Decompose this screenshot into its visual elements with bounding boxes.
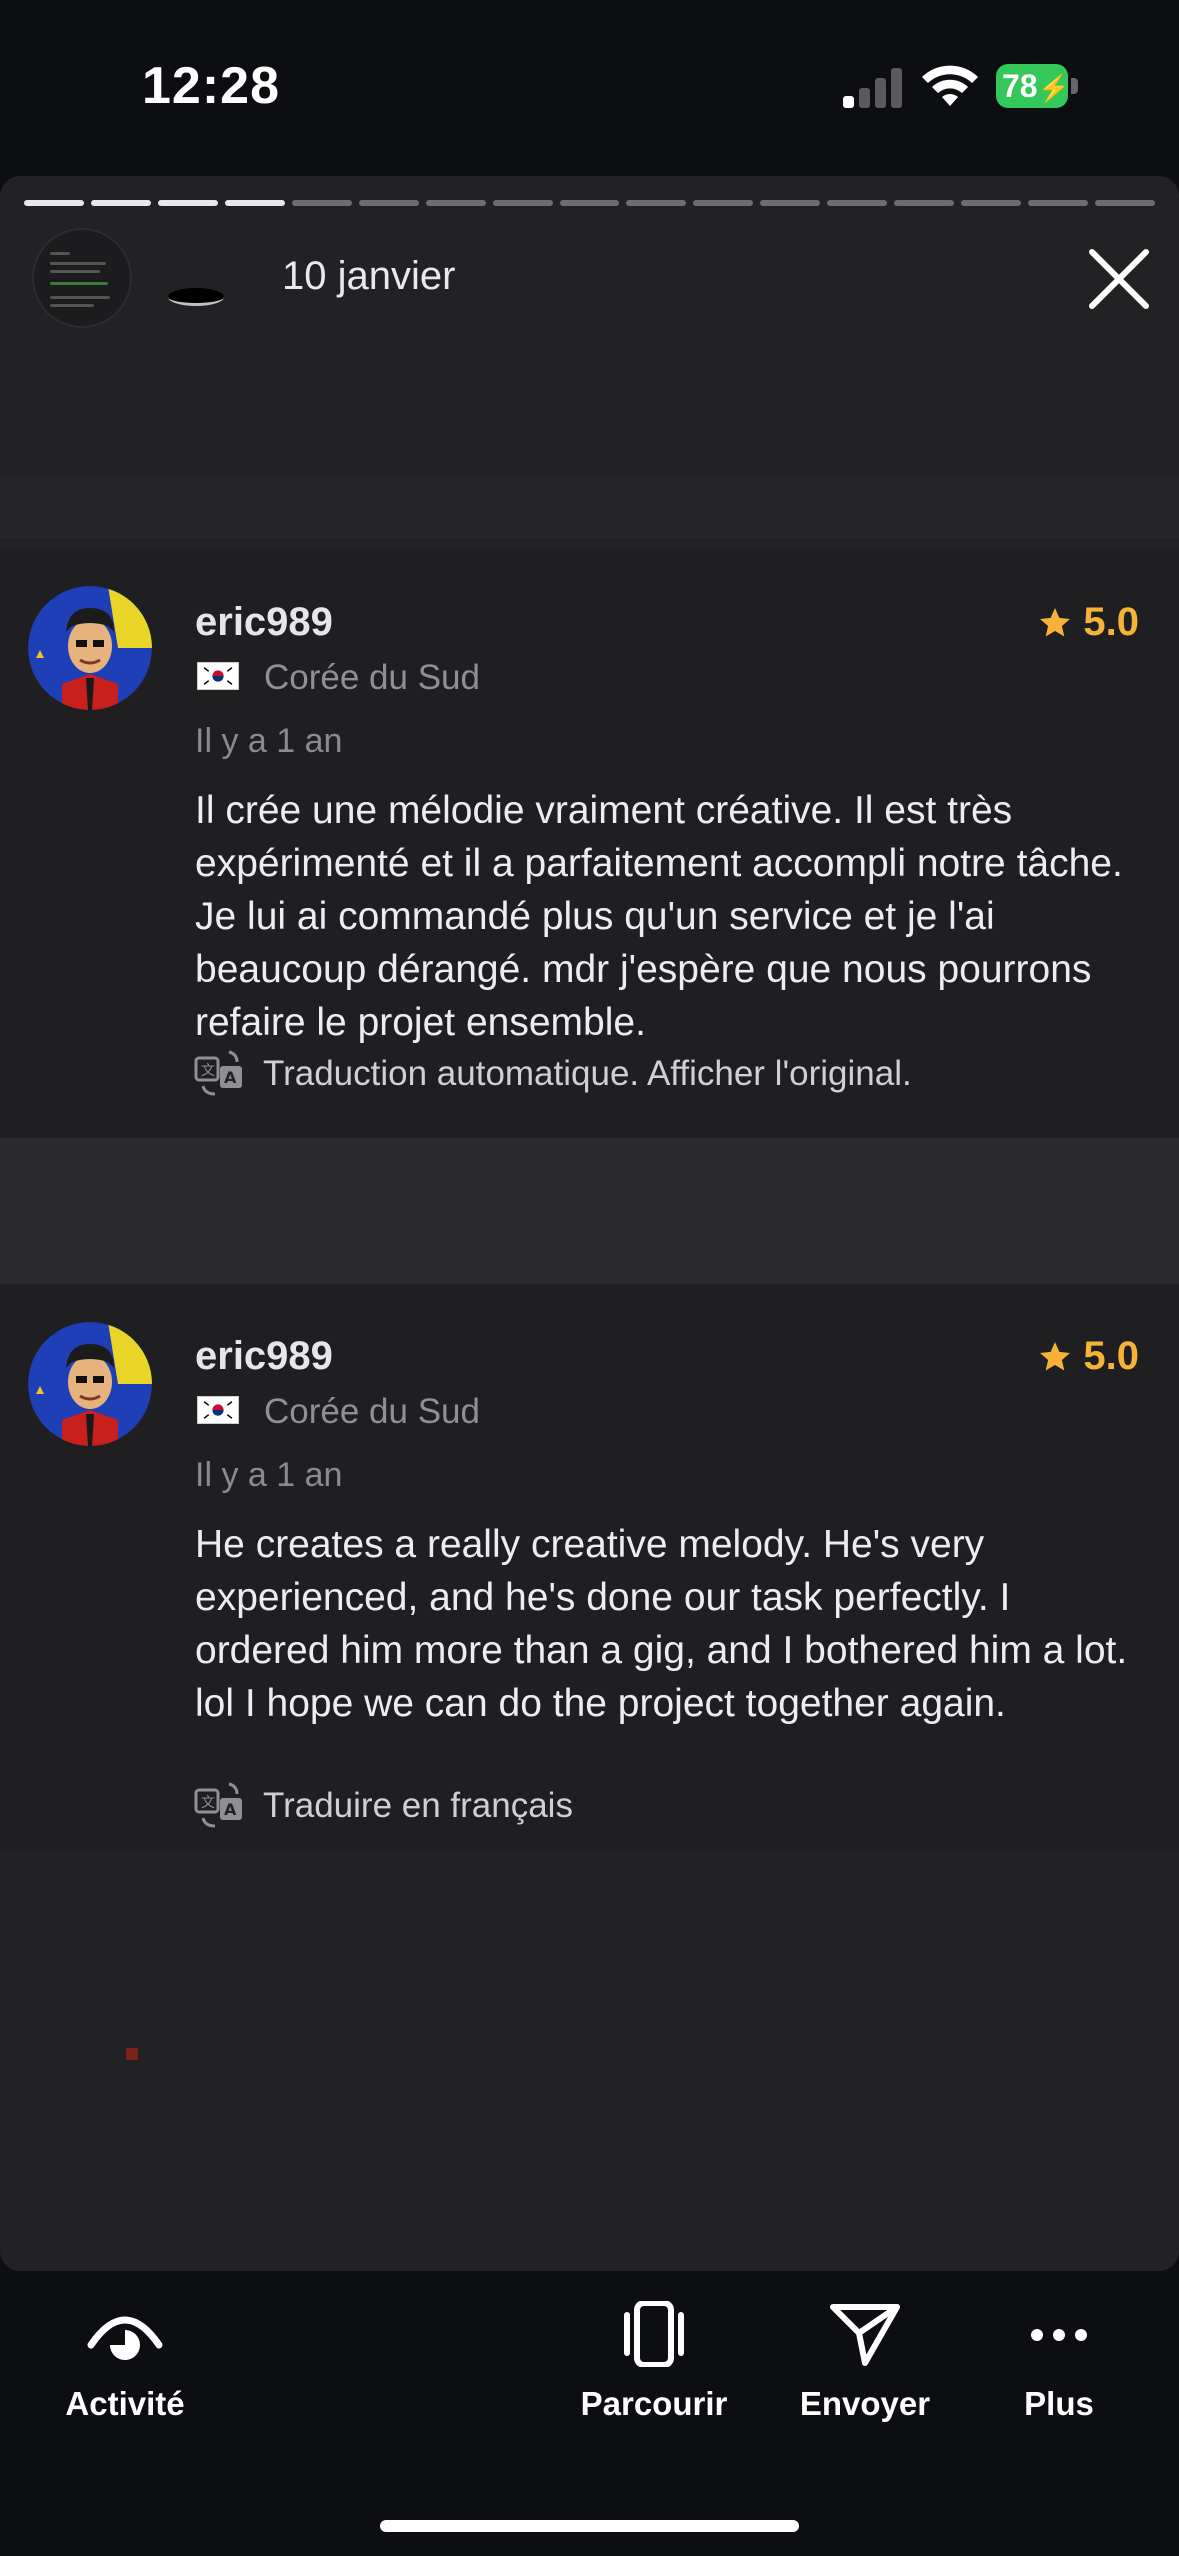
battery-icon: 78⚡ <box>996 64 1080 108</box>
story-sticker <box>168 288 224 306</box>
separator-band <box>0 476 1179 538</box>
activity-label: Activité <box>65 2385 185 2422</box>
send-label: Envoyer <box>799 2385 931 2422</box>
flag-icon <box>197 1396 239 1424</box>
svg-text:文: 文 <box>201 1063 215 1079</box>
svg-text:A: A <box>224 1068 237 1087</box>
battery-level: 78 <box>1002 68 1038 104</box>
status-bar: 12:28 78⚡ <box>0 0 1179 175</box>
send-button[interactable]: Envoyer <box>780 2301 950 2423</box>
close-icon[interactable] <box>1086 246 1152 312</box>
more-label: Plus <box>1024 2385 1094 2422</box>
wifi-icon <box>922 65 978 106</box>
story-panel[interactable]: 10 janvier eric989 5.0 Corée du Sud Il y… <box>0 176 1179 2271</box>
send-paper-plane-icon <box>830 2304 900 2366</box>
review-text: He creates a really creative melody. He'… <box>195 1523 1128 1725</box>
translation-toggle[interactable]: 文 A Traduction automatique. Afficher l'o… <box>193 1046 1153 1102</box>
home-indicator[interactable] <box>380 2520 799 2532</box>
reviewer-country: Corée du Sud <box>264 658 480 697</box>
avatar[interactable] <box>28 586 152 710</box>
review-time: Il y a 1 an <box>195 722 343 760</box>
more-button[interactable]: Plus <box>1000 2301 1118 2423</box>
activity-button[interactable]: Activité <box>40 2301 210 2423</box>
status-time: 12:28 <box>142 57 280 115</box>
svg-text:A: A <box>224 1800 237 1819</box>
star-icon <box>1040 607 1071 636</box>
translate-icon: 文 A <box>194 1050 242 1096</box>
more-dots-icon <box>1031 2329 1087 2341</box>
activity-eye-icon <box>87 2316 163 2360</box>
review-card: eric989 5.0 Corée du Sud Il y a 1 an Il … <box>0 550 1179 1138</box>
flag-icon <box>197 662 239 690</box>
avatar[interactable] <box>28 1322 152 1446</box>
separator-band <box>0 1138 1179 1284</box>
translation-label: Traduction automatique. Afficher l'origi… <box>263 1054 912 1093</box>
story-date: 10 janvier <box>282 254 456 298</box>
rating-value: 5.0 <box>1083 1334 1139 1378</box>
decorative-dot <box>126 2048 138 2060</box>
translation-toggle[interactable]: 文 A Traduire en français <box>193 1778 1153 1834</box>
rating-value: 5.0 <box>1083 600 1139 644</box>
browse-button[interactable]: Parcourir <box>566 2301 742 2423</box>
review-rating: 5.0 <box>1037 1334 1139 1379</box>
svg-text:文: 文 <box>201 1795 215 1811</box>
browse-cards-icon <box>624 2301 684 2367</box>
browse-label: Parcourir <box>580 2385 728 2422</box>
cellular-signal-icon <box>843 66 903 108</box>
story-progress <box>24 200 1155 206</box>
review-rating: 5.0 <box>1037 600 1139 645</box>
bottom-toolbar: Activité Parcourir Envoyer Plus <box>0 2271 1179 2556</box>
review-card: eric989 5.0 Corée du Sud Il y a 1 an He … <box>0 1284 1179 1850</box>
reviewer-username[interactable]: eric989 <box>195 600 333 645</box>
reviewer-country: Corée du Sud <box>264 1392 480 1431</box>
translate-icon: 文 A <box>194 1782 242 1828</box>
story-thumbnail[interactable] <box>32 228 132 328</box>
review-text: Il crée une mélodie vraiment créative. I… <box>195 789 1123 1044</box>
translation-label: Traduire en français <box>263 1786 573 1825</box>
reviewer-username[interactable]: eric989 <box>195 1334 333 1379</box>
review-time: Il y a 1 an <box>195 1456 343 1494</box>
star-icon <box>1040 1341 1071 1370</box>
